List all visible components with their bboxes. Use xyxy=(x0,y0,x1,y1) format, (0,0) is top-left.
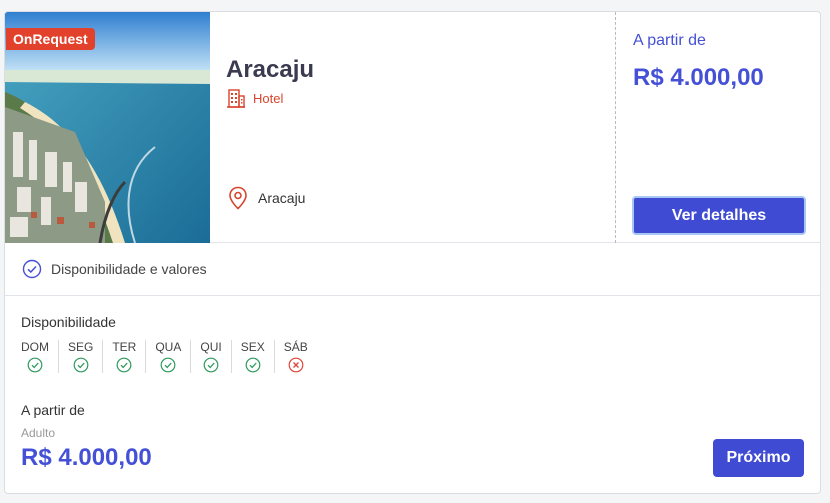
hotel-info: Aracaju Hotel Aracaju xyxy=(210,12,615,243)
day-qui: QUI xyxy=(191,340,232,373)
hotel-card: OnRequest Aracaju Hotel Aracaju A partir… xyxy=(4,11,821,494)
day-label: TER xyxy=(112,340,137,354)
location-label: Aracaju xyxy=(258,190,306,206)
price-from-label: A partir de xyxy=(633,32,706,49)
day-sex: SEX xyxy=(232,340,275,373)
available-check-icon xyxy=(160,357,176,373)
hotel-location: Aracaju xyxy=(228,186,305,210)
hotel-type-label: Hotel xyxy=(253,90,284,106)
available-check-icon xyxy=(203,357,219,373)
unavailable-x-icon xyxy=(288,357,304,373)
availability-title: Disponibilidade xyxy=(21,314,116,330)
hotel-title: Aracaju xyxy=(226,56,315,83)
hotel-photo[interactable]: OnRequest xyxy=(5,12,210,243)
weekday-list: DOM SEG TER QUA QUI SEX SÁB xyxy=(21,340,317,373)
availability-header-label: Disponibilidade e valores xyxy=(51,261,207,277)
card-top: OnRequest Aracaju Hotel Aracaju A partir… xyxy=(5,12,820,243)
details-button[interactable]: Ver detalhes xyxy=(632,196,806,235)
day-seg: SEG xyxy=(59,340,104,373)
price-value: R$ 4.000,00 xyxy=(633,64,764,91)
location-pin-icon xyxy=(229,186,247,210)
on-request-badge: OnRequest xyxy=(6,28,95,50)
day-qua: QUA xyxy=(146,340,192,373)
price-column: A partir de R$ 4.000,00 Ver detalhes xyxy=(615,12,820,243)
available-check-icon xyxy=(73,357,89,373)
availability-section: Disponibilidade DOM SEG TER QUA QUI SEX … xyxy=(5,296,820,493)
day-sab: SÁB xyxy=(275,340,317,373)
availability-toggle[interactable]: Disponibilidade e valores xyxy=(5,243,820,296)
available-check-icon xyxy=(27,357,43,373)
day-ter: TER xyxy=(103,340,147,373)
passenger-type: Adulto xyxy=(21,426,56,440)
next-button[interactable]: Próximo xyxy=(713,439,804,477)
section-price-value: R$ 4.000,00 xyxy=(21,444,152,471)
day-label: DOM xyxy=(21,340,49,354)
hotel-type: Hotel xyxy=(226,88,283,108)
day-label: QUA xyxy=(155,340,182,354)
day-label: SÁB xyxy=(283,340,308,354)
day-label: SEX xyxy=(240,340,265,354)
day-label: QUI xyxy=(200,340,222,354)
building-icon xyxy=(227,89,245,108)
available-check-icon xyxy=(245,357,261,373)
section-price-from-label: A partir de xyxy=(21,402,85,418)
check-circle-icon xyxy=(22,259,42,279)
day-label: SEG xyxy=(68,340,94,354)
available-check-icon xyxy=(116,357,132,373)
day-dom: DOM xyxy=(21,340,59,373)
